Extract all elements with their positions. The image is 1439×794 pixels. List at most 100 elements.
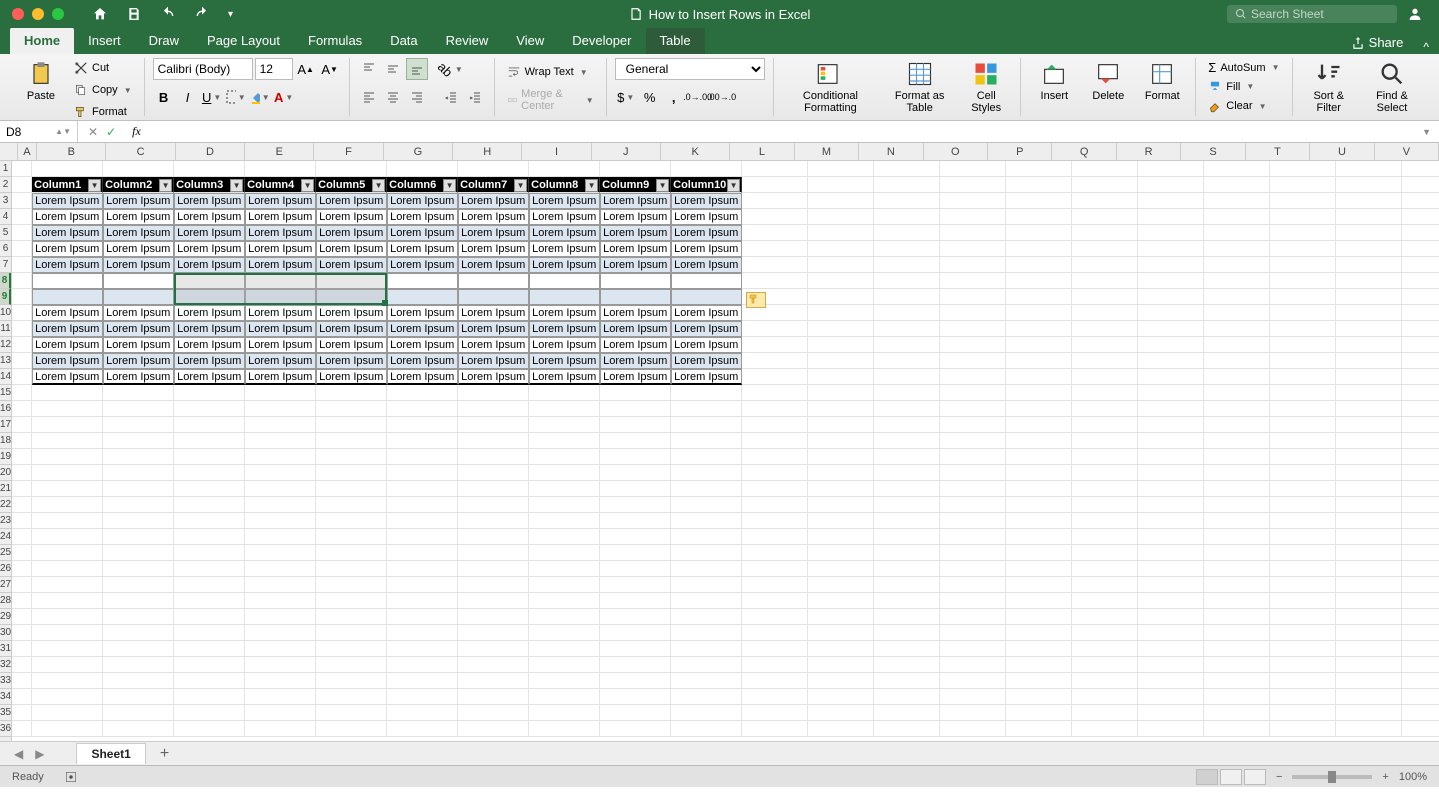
zoom-in-button[interactable]: +	[1382, 771, 1388, 783]
cell[interactable]	[940, 337, 1006, 353]
autosum-button[interactable]: Σ AutoSum▼	[1204, 58, 1283, 77]
cell[interactable]: Lorem Ipsum	[103, 241, 174, 257]
cell[interactable]: Lorem Ipsum	[671, 353, 742, 369]
cell[interactable]	[600, 705, 671, 721]
cell[interactable]	[808, 625, 874, 641]
col-header-F[interactable]: F	[314, 143, 383, 160]
cell[interactable]	[174, 673, 245, 689]
cell[interactable]: Lorem Ipsum	[671, 305, 742, 321]
cell[interactable]	[32, 513, 103, 529]
cell[interactable]: Lorem Ipsum	[103, 257, 174, 273]
cell[interactable]: Lorem Ipsum	[103, 305, 174, 321]
cell[interactable]	[1138, 529, 1204, 545]
cell[interactable]	[1072, 577, 1138, 593]
cell[interactable]	[1072, 225, 1138, 241]
cell[interactable]	[1138, 657, 1204, 673]
cell[interactable]	[671, 641, 742, 657]
delete-cells-button[interactable]: Delete	[1083, 58, 1133, 104]
cell[interactable]: Lorem Ipsum	[316, 369, 387, 385]
cell[interactable]: Lorem Ipsum	[316, 305, 387, 321]
cell[interactable]	[1270, 369, 1336, 385]
cell[interactable]	[387, 465, 458, 481]
cell[interactable]	[1072, 689, 1138, 705]
cell[interactable]	[387, 433, 458, 449]
cell[interactable]	[103, 705, 174, 721]
cell[interactable]	[12, 657, 32, 673]
cell[interactable]	[1204, 241, 1270, 257]
col-header-U[interactable]: U	[1310, 143, 1374, 160]
sheet-prev-icon[interactable]: ◀	[10, 747, 27, 761]
cell[interactable]	[12, 593, 32, 609]
underline-button[interactable]: U▼	[201, 86, 223, 108]
cell[interactable]: Lorem Ipsum	[529, 369, 600, 385]
cell[interactable]	[1138, 689, 1204, 705]
cell[interactable]: Lorem Ipsum	[458, 209, 529, 225]
cell[interactable]: Lorem Ipsum	[600, 353, 671, 369]
cell[interactable]	[1270, 241, 1336, 257]
cell[interactable]	[174, 705, 245, 721]
cell[interactable]	[1072, 561, 1138, 577]
cell[interactable]	[1006, 225, 1072, 241]
col-header-G[interactable]: G	[384, 143, 453, 160]
cell[interactable]	[458, 705, 529, 721]
cell[interactable]	[1336, 689, 1402, 705]
italic-button[interactable]: I	[177, 86, 199, 108]
row-header[interactable]: 7	[0, 257, 11, 273]
filter-dropdown-icon[interactable]: ▼	[443, 179, 456, 192]
cell[interactable]	[12, 561, 32, 577]
col-header-E[interactable]: E	[245, 143, 314, 160]
cell[interactable]	[1270, 353, 1336, 369]
cell[interactable]	[808, 465, 874, 481]
cell[interactable]	[245, 529, 316, 545]
cell[interactable]	[874, 705, 940, 721]
cell[interactable]	[1006, 337, 1072, 353]
cell[interactable]	[1072, 337, 1138, 353]
cell[interactable]	[1204, 321, 1270, 337]
cell[interactable]	[1402, 545, 1439, 561]
cell[interactable]	[1006, 705, 1072, 721]
cell[interactable]	[1072, 497, 1138, 513]
cell[interactable]	[1336, 625, 1402, 641]
cell[interactable]: Lorem Ipsum	[32, 193, 103, 209]
cell[interactable]: Lorem Ipsum	[458, 257, 529, 273]
cell[interactable]	[103, 609, 174, 625]
cell[interactable]	[1402, 641, 1439, 657]
cell[interactable]: Lorem Ipsum	[316, 193, 387, 209]
cell[interactable]	[1270, 337, 1336, 353]
cell[interactable]	[1072, 353, 1138, 369]
cell[interactable]	[808, 689, 874, 705]
cell[interactable]: Lorem Ipsum	[103, 225, 174, 241]
cell[interactable]	[529, 465, 600, 481]
cell[interactable]	[12, 417, 32, 433]
cell[interactable]	[940, 609, 1006, 625]
row-header[interactable]: 35	[0, 705, 11, 721]
cell[interactable]	[1270, 593, 1336, 609]
cell[interactable]	[940, 465, 1006, 481]
cell[interactable]	[940, 577, 1006, 593]
cell[interactable]	[316, 641, 387, 657]
filter-dropdown-icon[interactable]: ▼	[88, 179, 101, 192]
cell[interactable]: Lorem Ipsum	[103, 353, 174, 369]
cell[interactable]	[808, 225, 874, 241]
wrap-text-button[interactable]: Wrap Text▼	[503, 58, 598, 86]
cell[interactable]	[103, 641, 174, 657]
cell[interactable]	[1204, 721, 1270, 737]
cell[interactable]	[1336, 433, 1402, 449]
comma-button[interactable]: ,	[663, 86, 685, 108]
cell[interactable]	[1402, 657, 1439, 673]
format-as-table-button[interactable]: Format as Table	[883, 58, 956, 116]
cell[interactable]: Lorem Ipsum	[671, 369, 742, 385]
cell[interactable]: Lorem Ipsum	[529, 225, 600, 241]
cell[interactable]	[808, 673, 874, 689]
cell[interactable]	[742, 561, 808, 577]
cell[interactable]	[1138, 609, 1204, 625]
cell[interactable]	[1336, 609, 1402, 625]
cell[interactable]	[1270, 225, 1336, 241]
cell[interactable]	[1138, 209, 1204, 225]
cell[interactable]	[316, 657, 387, 673]
cell[interactable]	[742, 449, 808, 465]
cell[interactable]	[245, 689, 316, 705]
cell[interactable]	[529, 289, 600, 305]
cell[interactable]	[1270, 305, 1336, 321]
cell[interactable]	[245, 625, 316, 641]
